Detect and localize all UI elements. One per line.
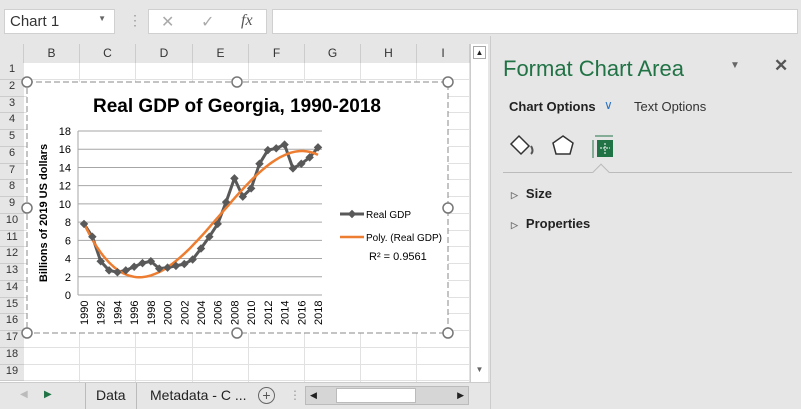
scroll-tabs-right-icon[interactable]: ▶ xyxy=(44,389,52,400)
section-size[interactable]: ▷ Size xyxy=(511,186,552,201)
tab-chart-options[interactable]: Chart Options xyxy=(509,99,596,114)
x-tick-label: 2018 xyxy=(313,301,325,325)
divider xyxy=(503,172,792,173)
format-chart-area-pane: Format Chart Area ▼ ✕ Chart Options ∨ Te… xyxy=(490,36,801,409)
section-label: Size xyxy=(525,186,552,201)
chart-title: Real GDP of Georgia, 1990-2018 xyxy=(93,96,381,117)
resize-handle[interactable] xyxy=(21,76,33,88)
y-tick-label: 2 xyxy=(65,272,71,284)
y-tick-label: 6 xyxy=(65,235,71,247)
x-tick-label: 2012 xyxy=(263,301,275,325)
x-tick-label: 2010 xyxy=(246,301,258,325)
fill-line-icon[interactable] xyxy=(509,134,534,156)
y-axis-title: Billions of 2019 US dollars xyxy=(38,144,50,282)
scroll-right-icon[interactable]: ▶ xyxy=(457,390,464,401)
sheet-tab-data[interactable]: Data xyxy=(85,383,137,409)
pane-options-icon[interactable]: ▼ xyxy=(730,60,740,71)
y-tick-label: 10 xyxy=(59,199,71,211)
add-sheet-icon[interactable]: + xyxy=(258,387,275,404)
close-icon[interactable]: ✕ xyxy=(774,56,788,76)
resize-handle[interactable] xyxy=(442,202,454,214)
resize-handle[interactable] xyxy=(231,76,243,88)
x-tick-label: 1990 xyxy=(79,301,91,325)
r-squared-label: R² = 0.9561 xyxy=(369,251,427,263)
section-label: Properties xyxy=(525,216,591,231)
sheet-tab-metadata[interactable]: Metadata - C ... xyxy=(150,387,246,403)
x-tick-label: 2014 xyxy=(280,301,292,325)
legend-label-trendline: Poly. (Real GDP) xyxy=(366,233,442,244)
x-tick-label: 1998 xyxy=(146,301,158,325)
x-tick-label: 1996 xyxy=(129,301,141,325)
resize-handle[interactable] xyxy=(442,76,454,88)
y-tick-label: 12 xyxy=(59,181,71,193)
x-tick-label: 2000 xyxy=(163,301,175,325)
y-tick-label: 16 xyxy=(59,144,71,156)
section-properties[interactable]: ▷ Properties xyxy=(511,216,590,231)
selected-tab-pointer xyxy=(592,163,610,181)
scroll-thumb[interactable] xyxy=(336,388,416,403)
expand-icon: ▷ xyxy=(511,190,518,200)
x-tick-label: 1992 xyxy=(96,301,108,325)
y-tick-label: 8 xyxy=(65,217,71,229)
resize-handle[interactable] xyxy=(442,327,454,339)
grip-icon: ⋮ xyxy=(289,388,301,402)
effects-icon[interactable] xyxy=(552,135,574,155)
scroll-left-icon[interactable]: ◀ xyxy=(310,390,317,401)
scroll-tabs-left-icon[interactable]: ◀ xyxy=(20,389,28,400)
chevron-down-icon[interactable]: ∨ xyxy=(604,98,613,112)
resize-handle[interactable] xyxy=(21,202,33,214)
x-tick-label: 1994 xyxy=(112,301,124,325)
expand-icon: ▷ xyxy=(511,220,518,230)
y-tick-label: 0 xyxy=(65,290,71,302)
resize-handle[interactable] xyxy=(231,327,243,339)
pane-icons xyxy=(509,134,613,158)
x-tick-label: 2016 xyxy=(296,301,308,325)
size-properties-icon[interactable] xyxy=(592,135,613,158)
resize-handle[interactable] xyxy=(21,327,33,339)
x-tick-label: 2004 xyxy=(196,301,208,325)
pane-title: Format Chart Area xyxy=(503,56,684,81)
y-tick-label: 14 xyxy=(59,162,71,174)
tab-text-options[interactable]: Text Options xyxy=(634,99,706,114)
horizontal-scrollbar[interactable]: ◀ ▶ xyxy=(305,386,469,405)
y-tick-label: 4 xyxy=(65,254,71,266)
y-tick-label: 18 xyxy=(59,126,71,138)
legend-label-real-gdp: Real GDP xyxy=(366,210,411,221)
x-tick-label: 2008 xyxy=(229,301,241,325)
sheet-tab-bar: ◀ ▶ Data Metadata - C ... + ⋮ ◀ ▶ xyxy=(0,382,490,409)
x-tick-label: 2006 xyxy=(213,301,225,325)
x-tick-label: 2002 xyxy=(179,301,191,325)
